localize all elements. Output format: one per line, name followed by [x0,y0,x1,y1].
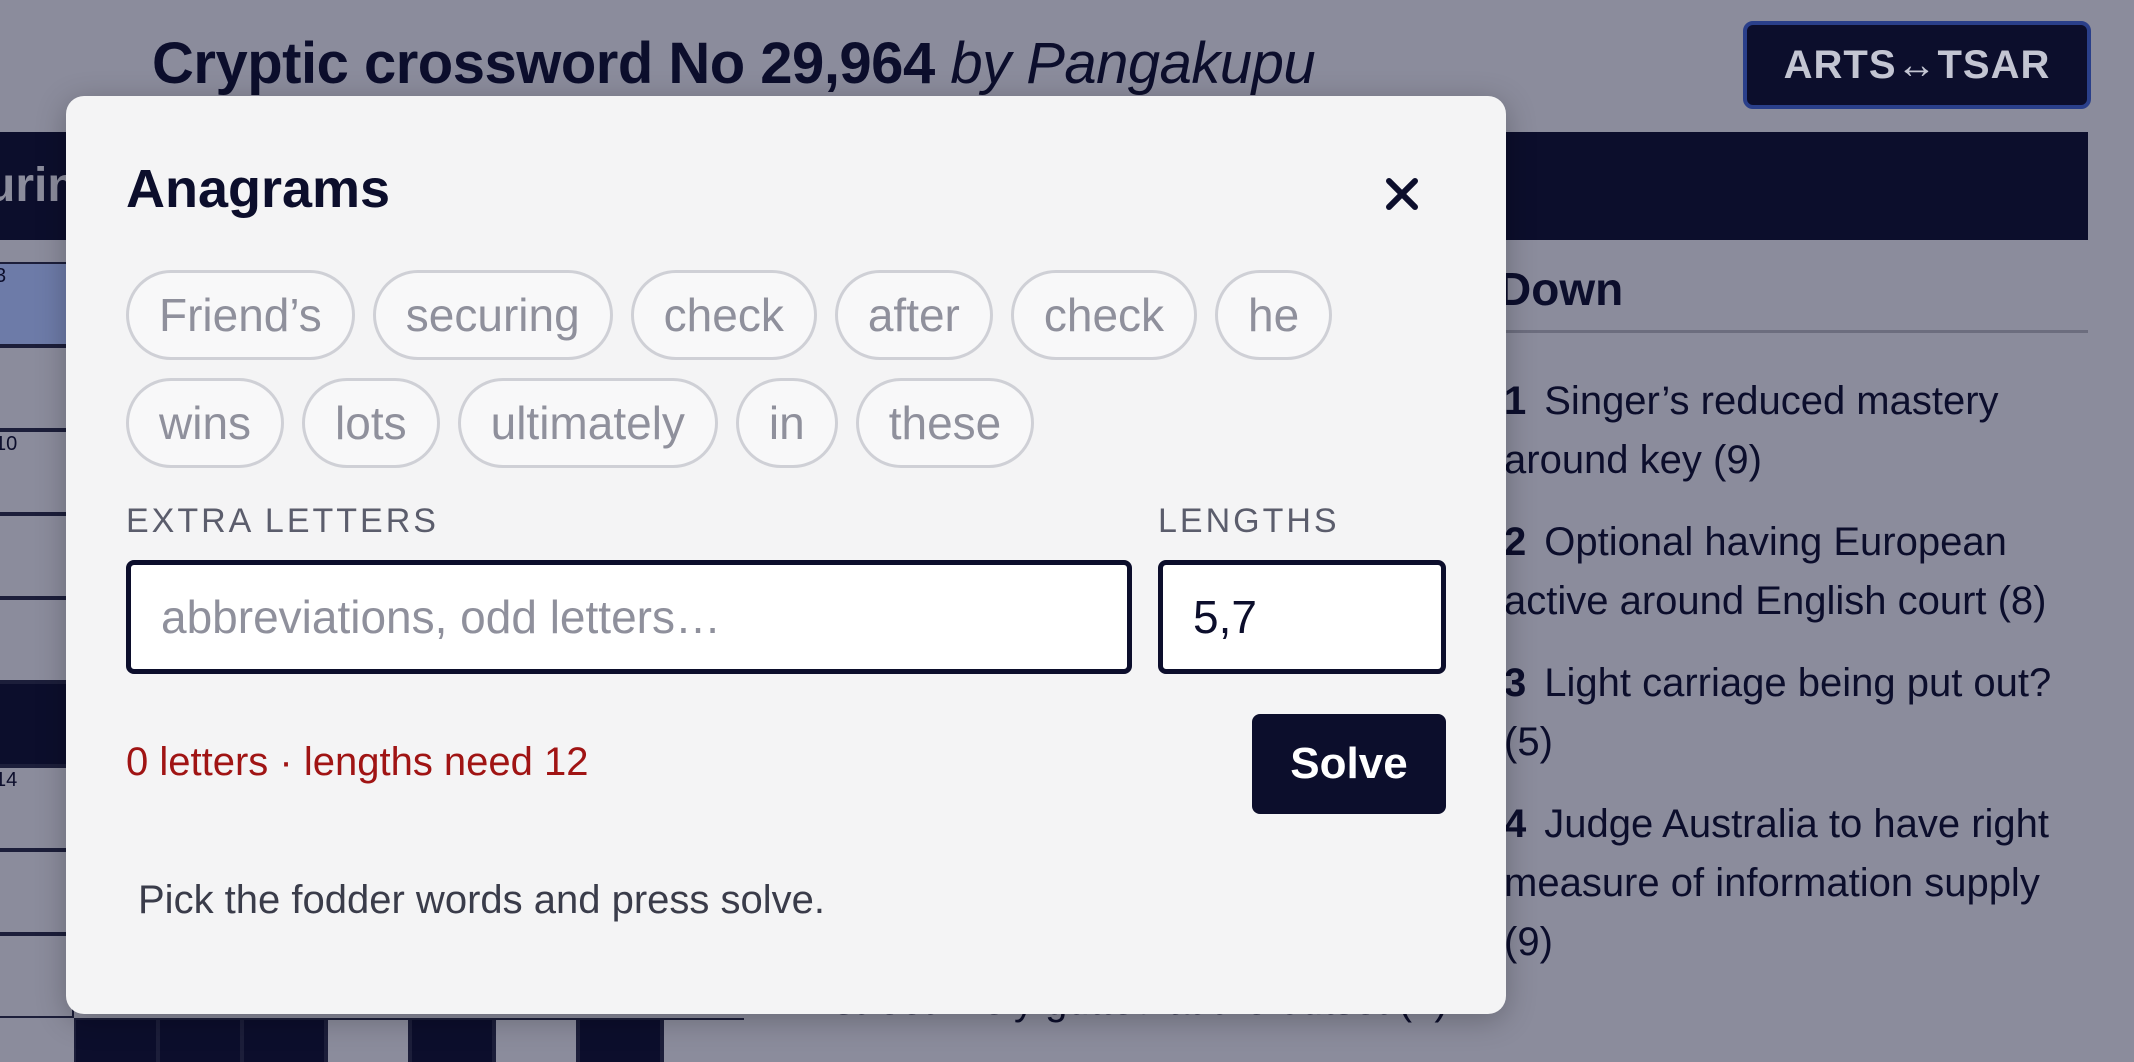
arts-tsar-toggle-button[interactable]: ARTS↔TSAR [1743,21,2091,109]
puzzle-title: Cryptic crossword No 29,964 [152,31,935,96]
fodder-chip[interactable]: these [855,378,1035,468]
grid-cell-black [242,1018,326,1062]
grid-cell[interactable] [662,1018,744,1062]
solve-button[interactable]: Solve [1252,714,1446,814]
fodder-chip[interactable]: check [1010,270,1198,360]
fodder-chip[interactable]: after [834,270,993,360]
fodder-chip[interactable]: lots [302,378,440,468]
clue-number: 2 [1504,520,1527,564]
fodder-chip[interactable]: securing [372,270,613,360]
grid-cell[interactable] [326,1018,410,1062]
anagrams-dialog: Anagrams Friend’s securing check after c… [66,96,1506,1014]
close-button[interactable] [1372,164,1432,224]
grid-cell-black [158,1018,242,1062]
clue-number: 1 [1504,379,1527,423]
grid-cell-number: 14 [0,769,18,791]
grid-cell[interactable] [0,514,74,598]
grid-cell-black [578,1018,662,1062]
clue-number: 4 [1504,802,1527,846]
grid-cell[interactable] [494,1018,578,1062]
down-clue-list: 1 Singer’s reduced mastery around key (9)… [1504,372,2094,995]
extra-letters-label: EXTRA LETTERS [126,502,439,540]
grid-cell[interactable] [0,850,74,934]
down-clue[interactable]: 1 Singer’s reduced mastery around key (9) [1504,372,2094,490]
fodder-chip[interactable]: wins [126,378,285,468]
fodder-word-chips: Friend’s securing check after check he w… [126,270,1446,468]
puzzle-byline: by Pangakupu [950,31,1316,96]
down-clues-heading: Down [1498,262,2088,333]
grid-cell[interactable]: 10 [0,430,74,514]
fodder-chip[interactable]: check [630,270,817,360]
extra-letters-input[interactable] [126,560,1132,674]
dialog-title: Anagrams [126,159,391,219]
grid-cell-black [74,1018,158,1062]
grid-cell[interactable]: 3 [0,262,74,346]
letter-count-status: 0 letters · lengths need 12 [126,740,589,784]
grid-cell-number: 3 [0,265,7,287]
grid-cell-black [0,682,74,766]
grid-cell[interactable]: 14 [0,766,74,850]
page-title: Cryptic crossword No 29,964 by Pangakupu [152,30,1316,97]
clue-text: Judge Australia to have right measure of… [1504,802,2050,964]
lengths-label: LENGTHS [1158,502,1340,540]
clue-number: 3 [1504,661,1527,705]
close-icon [1386,178,1418,210]
grid-cell[interactable] [0,934,74,1018]
fodder-chip[interactable]: ultimately [457,378,718,468]
down-clue[interactable]: 4 Judge Australia to have right measure o… [1504,795,2094,972]
grid-cell-number: 10 [0,433,18,455]
down-clue[interactable]: 2 Optional having European active around … [1504,513,2094,631]
clue-text: Light carriage being put out? (5) [1504,661,2052,764]
dialog-hint: Pick the fodder words and press solve. [138,878,826,922]
fodder-chip[interactable]: he [1215,270,1333,360]
lengths-input[interactable] [1158,560,1446,674]
clue-text: Singer’s reduced mastery around key (9) [1504,379,1999,482]
grid-cell[interactable] [0,346,74,430]
clue-text: Optional having European active around E… [1504,520,2047,623]
grid-cell-black [410,1018,494,1062]
fodder-chip[interactable]: Friend’s [126,270,355,360]
down-clue[interactable]: 3 Light carriage being put out? (5) [1504,654,2094,772]
fodder-chip[interactable]: in [735,378,838,468]
grid-cell[interactable] [0,598,74,682]
